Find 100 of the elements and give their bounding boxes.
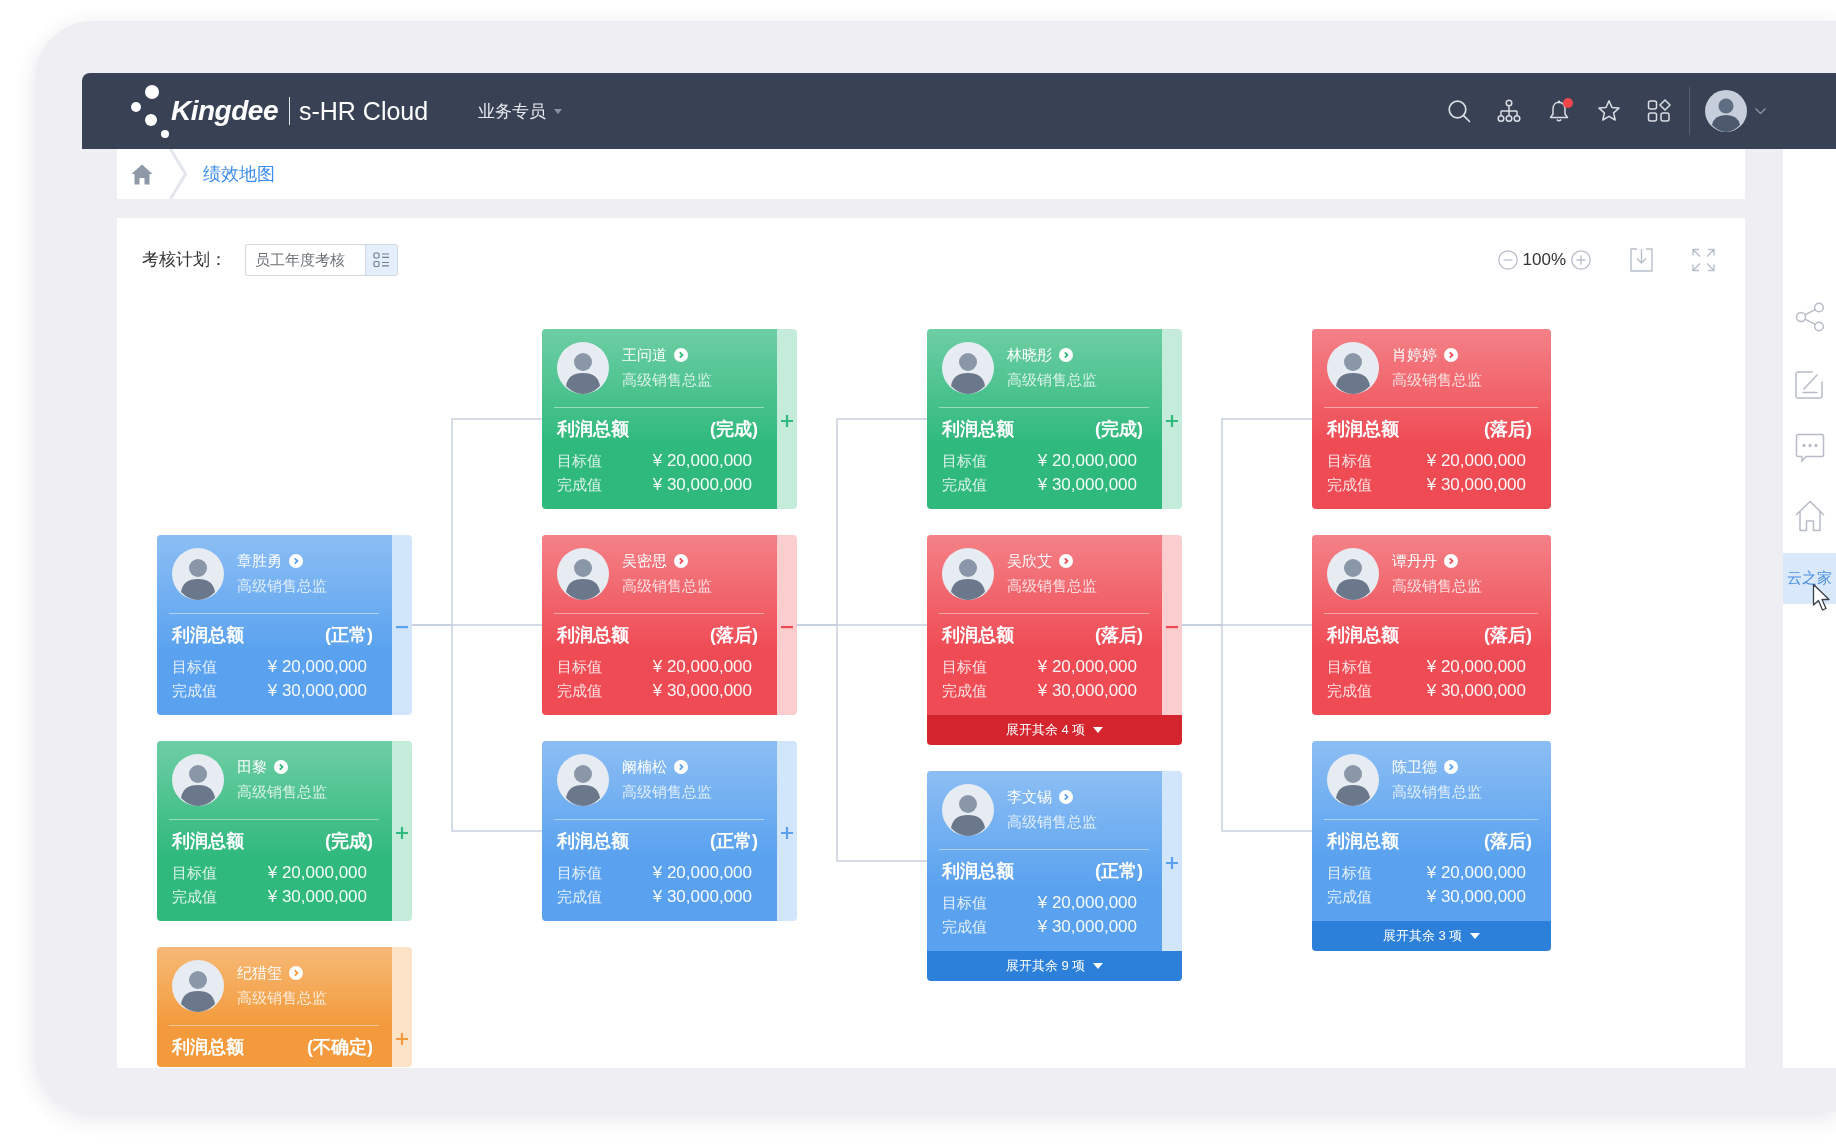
employee-name: 陈卫德 (1392, 757, 1437, 777)
zoom-level: 100% (1522, 250, 1566, 270)
expand-toggle[interactable] (392, 947, 412, 1067)
chevron-circle-icon[interactable] (289, 966, 303, 980)
chevron-circle-icon[interactable] (674, 554, 688, 568)
employee-name: 肖婷婷 (1392, 345, 1437, 365)
breadcrumb-link[interactable]: 绩效地图 (203, 162, 275, 186)
expand-toggle[interactable] (1162, 535, 1182, 715)
metric-value: ¥ 30,000,000 (1426, 681, 1526, 701)
plan-select[interactable]: 员工年度考核 (245, 244, 398, 276)
avatar-icon (172, 960, 224, 1012)
metric-label: 目标值 (942, 451, 987, 471)
metric-status: (不确定) (307, 1036, 373, 1059)
chevron-circle-icon[interactable] (674, 760, 688, 774)
job-title: 高级销售总监 (1392, 370, 1482, 390)
job-title: 高级销售总监 (237, 988, 327, 1008)
metric-status: (落后) (1484, 830, 1532, 853)
metric-name: 利润总额 (942, 624, 1014, 647)
metric-name: 利润总额 (557, 624, 629, 647)
metric-label: 完成值 (1327, 681, 1372, 701)
role-menu[interactable]: 业务专员 (478, 99, 563, 123)
metric-label: 完成值 (557, 681, 602, 701)
caret-icon (554, 108, 563, 114)
show-more-button[interactable]: 展开其余 4 项 (927, 715, 1182, 745)
zoom-out-icon[interactable] (1497, 250, 1518, 270)
metric-value: ¥ 20,000,000 (1037, 451, 1137, 471)
home-outline-icon[interactable] (1794, 500, 1825, 532)
chevron-circle-icon[interactable] (1444, 760, 1458, 774)
star-icon[interactable] (1597, 99, 1621, 123)
metric-label: 完成值 (942, 475, 987, 495)
expand-toggle[interactable] (777, 741, 797, 921)
metric-name: 利润总额 (172, 624, 244, 647)
employee-name: 纪猎玺 (237, 963, 282, 983)
metric-value: ¥ 20,000,000 (1037, 657, 1137, 677)
edit-icon[interactable] (1794, 369, 1825, 399)
zoom-in-icon[interactable] (1571, 250, 1591, 270)
org-chart-icon[interactable] (1497, 99, 1521, 123)
metric-label: 目标值 (1327, 451, 1372, 471)
job-title: 高级销售总监 (1392, 782, 1482, 802)
employee-name: 林晓彤 (1007, 345, 1052, 365)
user-avatar-icon[interactable] (1705, 90, 1747, 132)
metric-label: 目标值 (942, 893, 987, 913)
app-link[interactable]: 云之家 (1783, 553, 1836, 604)
chevron-circle-icon[interactable] (1444, 554, 1458, 568)
avatar-icon (172, 548, 224, 600)
avatar-icon (557, 548, 609, 600)
expand-toggle[interactable] (392, 535, 412, 715)
chevron-circle-icon[interactable] (1059, 348, 1073, 362)
bell-icon[interactable] (1547, 99, 1571, 123)
expand-toggle[interactable] (392, 741, 412, 921)
job-title: 高级销售总监 (237, 576, 327, 596)
metric-value: ¥ 30,000,000 (1037, 917, 1137, 937)
chevron-circle-icon[interactable] (1059, 554, 1073, 568)
employee-name: 王问道 (622, 345, 667, 365)
chevron-circle-icon[interactable] (1059, 790, 1073, 804)
metric-label: 目标值 (1327, 863, 1372, 883)
expand-toggle[interactable] (1162, 329, 1182, 509)
share-icon[interactable] (1794, 302, 1825, 332)
metric-label: 完成值 (1327, 475, 1372, 495)
chevron-circle-icon[interactable] (274, 760, 288, 774)
fullscreen-icon[interactable] (1692, 248, 1715, 272)
metric-value: ¥ 30,000,000 (1426, 475, 1526, 495)
expand-toggle[interactable] (777, 329, 797, 509)
metric-name: 利润总额 (942, 860, 1014, 883)
expand-toggle[interactable] (777, 535, 797, 715)
search-icon[interactable] (1447, 99, 1471, 123)
breadcrumb-chevron-icon (169, 149, 187, 199)
list-icon[interactable] (365, 245, 397, 275)
metric-name: 利润总额 (557, 830, 629, 853)
metric-value: ¥ 30,000,000 (267, 681, 367, 701)
job-title: 高级销售总监 (1007, 576, 1097, 596)
avatar-icon (557, 342, 609, 394)
metric-value: ¥ 30,000,000 (1037, 681, 1137, 701)
metric-label: 完成值 (942, 681, 987, 701)
chevron-circle-icon[interactable] (1444, 348, 1458, 362)
metric-value: ¥ 20,000,000 (1037, 893, 1137, 913)
avatar-icon (172, 754, 224, 806)
metric-label: 目标值 (1327, 657, 1372, 677)
employee-name: 吴密思 (622, 551, 667, 571)
chat-icon[interactable] (1794, 433, 1825, 463)
show-more-button[interactable]: 展开其余 3 项 (1312, 921, 1551, 951)
metric-value: ¥ 20,000,000 (652, 451, 752, 471)
home-icon[interactable] (131, 163, 153, 185)
metric-status: (落后) (1095, 624, 1143, 647)
chevron-circle-icon[interactable] (289, 554, 303, 568)
chevron-circle-icon[interactable] (674, 348, 688, 362)
job-title: 高级销售总监 (1392, 576, 1482, 596)
avatar-icon (1327, 548, 1379, 600)
metric-status: (正常) (1095, 860, 1143, 883)
chevron-down-icon[interactable] (1755, 108, 1766, 114)
metric-label: 完成值 (557, 475, 602, 495)
expand-toggle[interactable] (1162, 771, 1182, 951)
metric-status: (落后) (710, 624, 758, 647)
metric-label: 完成值 (172, 887, 217, 907)
apps-icon[interactable] (1647, 99, 1671, 123)
metric-value: ¥ 20,000,000 (652, 657, 752, 677)
show-more-button[interactable]: 展开其余 9 项 (927, 951, 1182, 981)
metric-label: 目标值 (557, 863, 602, 883)
metric-name: 利润总额 (172, 1036, 244, 1059)
download-icon[interactable] (1630, 248, 1653, 272)
